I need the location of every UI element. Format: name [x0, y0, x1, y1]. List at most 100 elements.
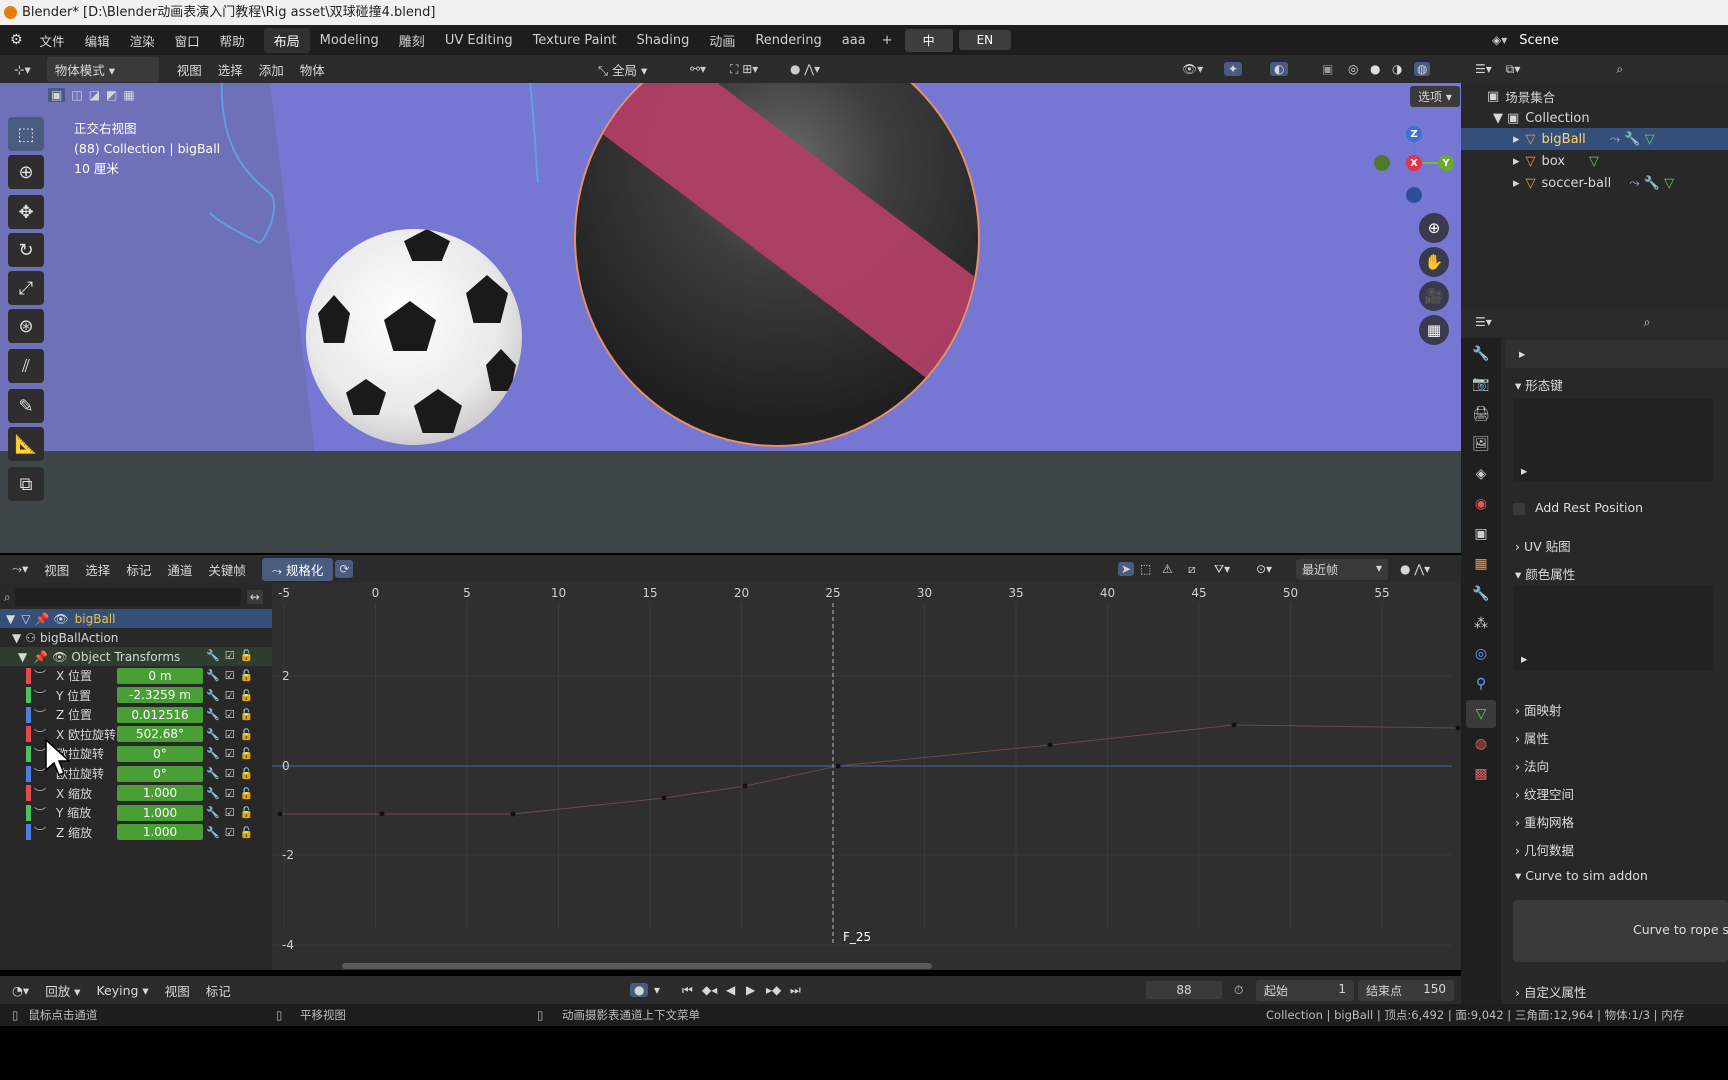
ge-menu-key[interactable]: 关键帧	[200, 560, 254, 579]
pivot-icon[interactable]: ⚯▾	[690, 62, 706, 76]
keyframe-point[interactable]	[742, 783, 748, 789]
ge-menu-view[interactable]: 视图	[36, 560, 77, 579]
outliner-item-bigball[interactable]: ▸ ▽ bigBall ⤳ 🔧 ▽	[1461, 128, 1728, 150]
material-tab-icon[interactable]: ◍	[1466, 730, 1496, 758]
channel-visibility-icon[interactable]: ︶	[34, 706, 46, 723]
channel-toggle-icons[interactable]: 🔧☑🔓	[206, 689, 258, 702]
play-reverse-icon[interactable]: ◀	[726, 983, 735, 997]
shading-solid-icon[interactable]: ●	[1370, 62, 1380, 76]
panel-geometry-data[interactable]: › 几何数据	[1505, 836, 1728, 860]
particles-tab-icon[interactable]: ⁂	[1466, 610, 1496, 638]
select-new-icon[interactable]: ▣	[48, 88, 66, 102]
color-attributes-list[interactable]: ▸	[1513, 586, 1713, 670]
tab-rendering[interactable]: Rendering	[745, 30, 831, 51]
fcurve-channel-row[interactable]: ︶ X 缩放 1.000 🔧☑🔓	[0, 784, 272, 803]
group-toggle-icons[interactable]: 🔧☑🔓	[206, 649, 258, 662]
ge-menu-channel[interactable]: 通道	[159, 560, 200, 579]
outliner-item-box[interactable]: ▸ ▽ box ▽	[1461, 150, 1728, 172]
channel-visibility-icon[interactable]: ︶	[34, 667, 46, 684]
annotate-line-tool-icon[interactable]: ⫽	[8, 349, 44, 383]
visibility-icon[interactable]: 👁▾	[1182, 62, 1203, 76]
channel-action[interactable]: ▼ ⚇ bigBallAction	[0, 628, 272, 647]
scene-selector[interactable]: ◈▾ Scene	[1492, 29, 1722, 51]
filter-icon[interactable]: ⛛▾	[1214, 562, 1230, 577]
vp-menu-add[interactable]: 添加	[251, 60, 292, 79]
only-errors-icon[interactable]: ⚠	[1162, 562, 1173, 576]
channel-toggle-icons[interactable]: 🔧☑🔓	[206, 669, 258, 682]
camera-view-icon[interactable]: 🎥	[1419, 281, 1449, 311]
curve-to-rope-button[interactable]: Curve to rope si	[1513, 900, 1728, 962]
fcurve-channel-row[interactable]: ︶ X 欧拉旋转 502.68° 🔧☑🔓	[0, 725, 272, 744]
world-tab-icon[interactable]: ◉	[1466, 490, 1496, 518]
modifier-icons[interactable]: ⤳ 🔧 ▽	[1629, 176, 1674, 191]
scale-tool-icon[interactable]: ⤢	[8, 271, 44, 305]
channel-value-field[interactable]: 0°	[117, 765, 203, 782]
show-hidden-icon[interactable]: ⬚	[1140, 562, 1151, 576]
menu-render[interactable]: 渲染	[121, 31, 164, 50]
properties-type-icon[interactable]: ☰▾	[1475, 315, 1492, 329]
pin-icon[interactable]: 📌	[34, 612, 49, 626]
ge-menu-select[interactable]: 选择	[77, 560, 118, 579]
display-mode-icon[interactable]: ⧉▾	[1506, 62, 1521, 77]
group-eye-icon[interactable]: 👁	[52, 650, 67, 664]
select-intersect-icon[interactable]: ▦	[123, 88, 134, 102]
tab-aaa[interactable]: aaa	[832, 30, 876, 51]
tl-menu-view[interactable]: 视图	[157, 981, 198, 1000]
measure-tool-icon[interactable]: 📐	[8, 427, 44, 461]
menu-help[interactable]: 帮助	[211, 31, 254, 50]
constraints-tab-icon[interactable]: ⚲	[1466, 670, 1496, 698]
tab-shading[interactable]: Shading	[627, 30, 700, 51]
pan-hand-icon[interactable]: ✋	[1419, 247, 1449, 277]
pivot-selector[interactable]: 最近帧 ▾	[1296, 558, 1388, 580]
vp-menu-select[interactable]: 选择	[210, 60, 251, 79]
channel-toggle-icons[interactable]: 🔧☑🔓	[206, 767, 258, 780]
fcurve-graph[interactable]: -5 0 5 10 15 20 25 30 35 40 45 50 5520-2-4F_25	[272, 583, 1461, 970]
keyframe-point[interactable]	[510, 811, 516, 817]
panel-curve-to-sim[interactable]: ▾ Curve to sim addon	[1505, 864, 1728, 888]
fcurve-channel-row[interactable]: ︶ Z 缩放 1.000 🔧☑🔓	[0, 823, 272, 842]
fcurve-channel-row[interactable]: ︶ Y 缩放 1.000 🔧☑🔓	[0, 803, 272, 822]
eye-icon[interactable]: 👁	[53, 612, 68, 626]
channel-group[interactable]: ▼ 📌 👁 Object Transforms 🔧☑🔓	[0, 647, 272, 666]
current-frame-field[interactable]: 88	[1146, 981, 1222, 999]
channel-value-field[interactable]: 0°	[117, 745, 203, 762]
view-layer-tab-icon[interactable]: 🖼	[1466, 430, 1496, 458]
select-difference-icon[interactable]: ◩	[106, 88, 117, 102]
modifier-tab-icon[interactable]: 🔧	[1466, 580, 1496, 608]
menu-edit[interactable]: 编辑	[76, 31, 119, 50]
channel-toggle-icons[interactable]: 🔧☑🔓	[206, 708, 258, 721]
graph-editor-type-icon[interactable]: ⤳▾	[0, 561, 36, 577]
playback-menu[interactable]: 回放 ▾	[37, 981, 88, 1000]
tab-texture-paint[interactable]: Texture Paint	[523, 30, 627, 51]
fcurve-channel-row[interactable]: ︶ 欧拉旋转 0° 🔧☑🔓	[0, 764, 272, 783]
fcurve-channel-row[interactable]: ︶ Y 位置 -2.3259 m 🔧☑🔓	[0, 686, 272, 705]
keyframe-point[interactable]	[379, 811, 385, 817]
axis-z-icon[interactable]: Z	[1406, 126, 1422, 142]
panel-attributes[interactable]: › 属性	[1505, 724, 1728, 748]
shading-wire-icon[interactable]: ◎	[1348, 62, 1358, 76]
modifier-icons[interactable]: ⤳ 🔧 ▽	[1610, 132, 1655, 147]
channel-value-field[interactable]: 1.000	[117, 804, 203, 821]
vp-menu-object[interactable]: 物体	[292, 60, 333, 79]
3d-viewport[interactable]: ⬚ ⊕ ✥ ↻ ⤢ ⊛ ⫽ ✎ 📐 ⧉ ▣ ◫ ◪ ◩ ▦ 正交右视图 (88)…	[0, 83, 1461, 553]
annotate-tool-icon[interactable]: ✎	[8, 389, 44, 423]
horizontal-scrollbar[interactable]	[342, 963, 932, 969]
proportional-icon[interactable]: ● ⋀▾	[790, 62, 820, 76]
channel-value-field[interactable]: 1.000	[117, 785, 203, 802]
next-keyframe-icon[interactable]: ▸◆	[766, 983, 781, 997]
normalize-toggle[interactable]: ⤳ 规格化	[261, 557, 334, 581]
tool-tab-icon[interactable]: 🔧	[1466, 340, 1496, 368]
select-subtract-icon[interactable]: ◪	[89, 88, 100, 102]
prev-keyframe-icon[interactable]: ◆◂	[702, 983, 717, 997]
lang-zh-button[interactable]: 中	[904, 28, 953, 52]
tab-sculpting[interactable]: 雕刻	[389, 28, 435, 53]
menu-file[interactable]: 文件	[31, 31, 74, 50]
panel-normals[interactable]: › 法向	[1505, 752, 1728, 776]
shape-keys-list[interactable]: ▸	[1513, 398, 1713, 482]
output-tab-icon[interactable]: 🖨	[1466, 400, 1496, 428]
play-icon[interactable]: ▶	[746, 983, 755, 997]
channel-value-field[interactable]: 502.68°	[117, 726, 203, 743]
tab-uv-editing[interactable]: UV Editing	[435, 30, 523, 51]
outliner-collection[interactable]: ▼ ▣ Collection	[1461, 107, 1728, 129]
vp-menu-view[interactable]: 视图	[169, 60, 210, 79]
